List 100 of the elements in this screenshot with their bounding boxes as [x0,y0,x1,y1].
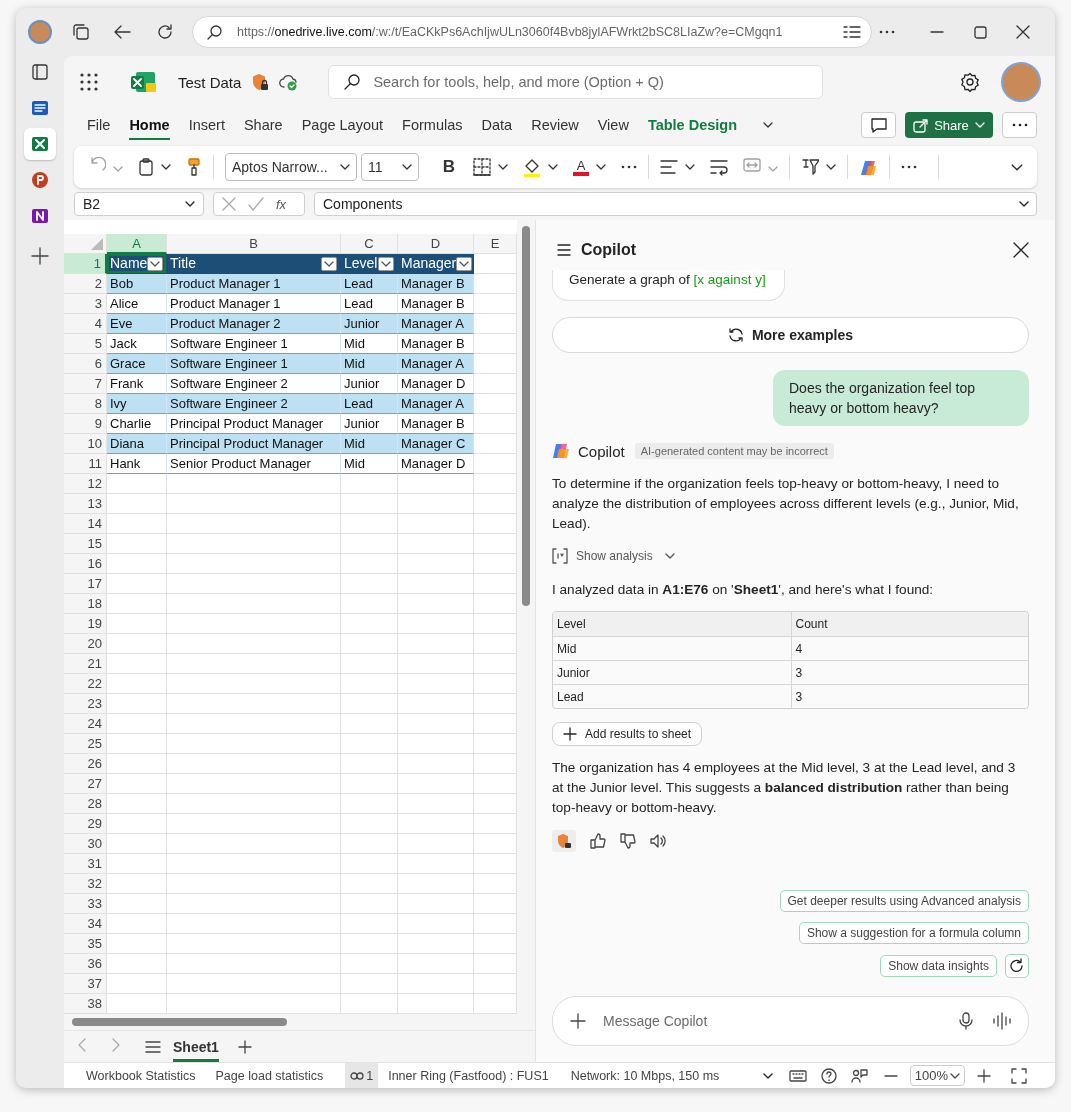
suggestion-chip[interactable]: Show a suggestion for a formula column [798,922,1029,944]
zoom-in-icon[interactable] [977,1068,991,1083]
horizontal-scrollbar[interactable] [72,1018,287,1026]
menu-tab[interactable]: Formulas [402,110,463,140]
row-header[interactable]: 17 [64,574,107,594]
formula-field[interactable]: Components [314,192,1037,216]
row-header[interactable]: 28 [64,794,107,814]
row-header[interactable]: 15 [64,534,107,554]
fill-color-icon[interactable] [523,157,541,177]
sheet-list-icon[interactable] [145,1039,161,1054]
suggestion-chip[interactable]: Get deeper results using Advanced analysis [779,890,1029,912]
fullscreen-icon[interactable] [1011,1067,1027,1084]
borders-icon[interactable] [473,158,491,176]
caret-icon[interactable] [459,260,470,267]
thumbs-down-icon[interactable] [620,833,636,849]
vertical-scrollbar[interactable] [522,226,530,606]
menu-tab[interactable]: Share [243,110,283,140]
more-icon[interactable] [879,30,895,34]
plus-icon[interactable] [570,1013,586,1029]
voice-icon[interactable] [993,1012,1011,1030]
caret-icon[interactable] [161,164,171,170]
row-header[interactable]: 11 [64,454,107,474]
table-header-cell[interactable]: Level [341,254,398,274]
caret-icon[interactable] [826,164,836,170]
menu-tab[interactable]: Page Layout [301,110,384,140]
shield-lock-icon[interactable] [251,73,270,91]
zoom-out-icon[interactable] [883,1074,898,1077]
row-header[interactable]: 23 [64,694,107,714]
close-icon[interactable] [1013,242,1029,258]
row-header[interactable]: 35 [64,934,107,954]
row-header[interactable]: 10 [64,434,107,454]
table-header-cell[interactable]: Title [167,254,341,274]
share-button[interactable]: Share [905,112,993,138]
row-header[interactable]: 30 [64,834,107,854]
share-icon[interactable] [913,117,929,133]
comments-button[interactable] [861,112,896,138]
caret-icon[interactable] [340,164,350,170]
filter-button[interactable] [456,256,473,271]
row-header[interactable]: 13 [64,494,107,514]
status-item[interactable]: Workbook Statistics [86,1068,196,1083]
caret-icon[interactable] [548,164,558,170]
insert-function-button[interactable]: fx [276,196,287,212]
menu-tab[interactable]: Insert [188,110,225,140]
row-header[interactable]: 32 [64,874,107,894]
add-sheet-icon[interactable] [237,1039,252,1054]
document-title[interactable]: Test Data [178,73,242,91]
suggestion-chip[interactable]: Show data insights [880,955,997,977]
message-field[interactable]: Message Copilot [552,996,1029,1046]
bold-button[interactable]: B [440,157,458,177]
menu-tab[interactable]: Table Design [647,110,738,140]
coauthors-indicator[interactable]: 1 [345,1063,379,1088]
caret-icon[interactable] [381,260,391,267]
merge-icon[interactable] [743,156,761,174]
keyboard-icon[interactable] [788,1069,807,1082]
thumbs-up-icon[interactable] [590,833,606,849]
menu-icon[interactable] [557,244,571,256]
font-name-dropdown[interactable]: Aptos Narrow... [225,153,357,181]
caret-icon[interactable] [185,201,195,207]
microphone-icon[interactable] [959,1012,973,1030]
row-header[interactable]: 21 [64,654,107,674]
row-header[interactable]: 5 [64,334,107,354]
document-icon[interactable] [31,99,49,117]
column-header[interactable]: E [474,234,517,254]
menu-tab[interactable]: File [87,110,111,140]
clipboard-icon[interactable] [138,158,154,176]
notebook-icon[interactable] [31,207,49,225]
caret-icon[interactable] [1019,201,1029,207]
row-header[interactable]: 25 [64,734,107,754]
plus-icon[interactable] [31,247,49,265]
status-item[interactable]: Page load statistics [215,1068,324,1083]
spreadsheet-icon[interactable] [31,135,49,153]
speaker-icon[interactable] [650,833,666,849]
refresh-suggestions-button[interactable] [1005,954,1029,978]
feedback-icon[interactable] [850,1067,868,1084]
font-color-button[interactable]: A [573,158,589,176]
row-header[interactable]: 22 [64,674,107,694]
menu-tab[interactable]: Review [531,110,579,140]
caret-icon[interactable] [685,164,695,170]
add-results-button[interactable]: Add results to sheet [552,722,703,746]
row-header[interactable]: 24 [64,714,107,734]
column-header[interactable]: A [107,234,167,254]
spreadsheet-logo-icon[interactable] [130,71,156,93]
row-header[interactable]: 36 [64,954,107,974]
align-icon[interactable] [660,158,678,176]
reader-mode-icon[interactable] [843,24,861,40]
cloud-check-icon[interactable] [279,73,298,91]
caret-icon[interactable] [762,1072,773,1079]
row-header[interactable]: 12 [64,474,107,494]
column-header[interactable]: D [398,234,474,254]
comment-icon[interactable] [869,117,888,133]
refresh-icon[interactable] [156,23,174,41]
presentation-icon[interactable] [31,171,49,189]
name-box[interactable]: B2 [74,192,204,216]
caret-icon[interactable] [324,260,334,267]
table-header-cell[interactable]: Manager [398,254,474,274]
tabs-icon[interactable] [72,23,90,41]
zoom-dropdown[interactable]: 100% [909,1065,965,1086]
caret-icon[interactable] [1011,163,1023,171]
help-icon[interactable] [820,1067,837,1084]
example-prompt-card[interactable]: Generate a graph of [x against y] [552,270,785,301]
